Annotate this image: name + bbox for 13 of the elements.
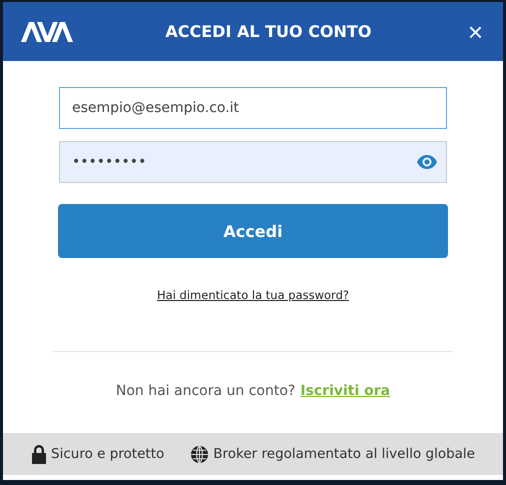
globe-icon	[190, 444, 210, 464]
password-field[interactable]: •••••••••	[59, 141, 447, 183]
eye-icon[interactable]	[417, 155, 437, 169]
footer-text: Broker regolamentato al livello globale	[213, 446, 475, 462]
signup-prompt: Non hai ancora un conto?	[116, 383, 296, 399]
dialog-title: ACCEDI AL TUO CONTO	[164, 22, 372, 41]
close-button[interactable]: ×	[464, 18, 487, 44]
forgot-password-link[interactable]: Hai dimenticato la tua password?	[157, 288, 349, 302]
login-button[interactable]: Accedi	[58, 204, 448, 258]
logo-icon	[21, 22, 73, 42]
email-field[interactable]: esempio@esempio.co.it	[59, 87, 447, 129]
lock-icon	[31, 444, 48, 464]
footer-text: Sicuro e protetto	[51, 446, 164, 462]
